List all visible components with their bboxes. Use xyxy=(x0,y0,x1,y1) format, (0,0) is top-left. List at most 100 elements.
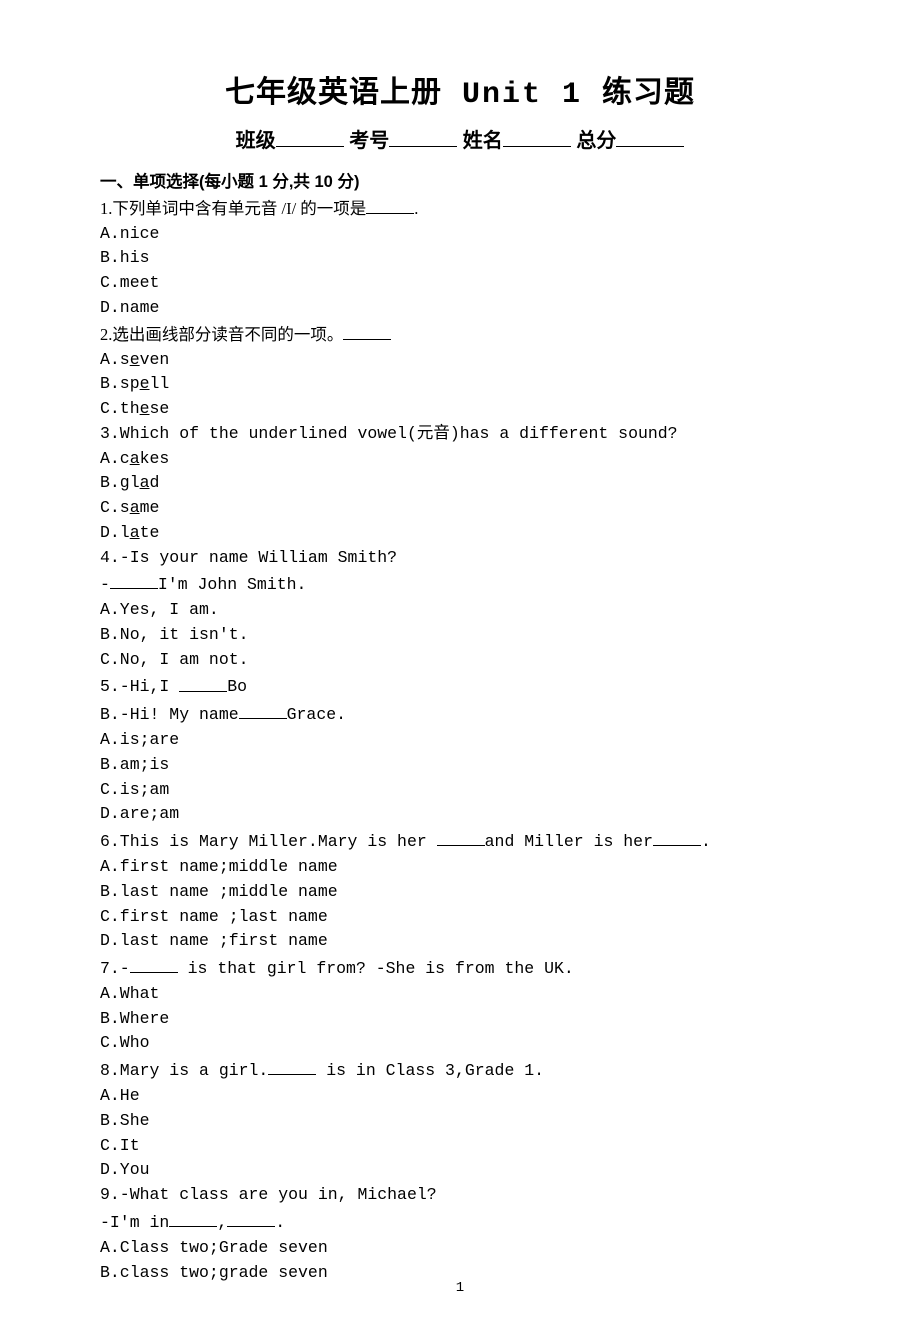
q7-option-b[interactable]: B.Where xyxy=(100,1007,820,1032)
q7-stem-pre: 7.- xyxy=(100,959,130,978)
title-cn-post: 练习题 xyxy=(602,76,695,109)
question-2: 2.选出画线部分读音不同的一项。 xyxy=(100,321,820,348)
q9-stem2-mid: , xyxy=(217,1213,227,1232)
q1-option-b[interactable]: B.his xyxy=(100,246,820,271)
label-score: 总分 xyxy=(576,130,616,152)
q2-a-pre: A.s xyxy=(100,350,130,369)
document-title: 七年级英语上册 Unit 1 练习题 xyxy=(100,70,820,118)
q4-stem2-post: I'm John Smith. xyxy=(158,575,307,594)
q5-option-b[interactable]: B.am;is xyxy=(100,753,820,778)
question-9: 9.-What class are you in, Michael? xyxy=(100,1183,820,1208)
label-name: 姓名 xyxy=(463,130,503,152)
q5-stem2-post: Grace. xyxy=(287,705,346,724)
q5-stem-post: Bo xyxy=(227,678,247,697)
question-7: 7.- is that girl from? -She is from the … xyxy=(100,954,820,982)
q3-a-post: kes xyxy=(140,449,170,468)
q2-option-c[interactable]: C.these xyxy=(100,397,820,422)
q3-a-pre: A.c xyxy=(100,449,130,468)
q8-option-b[interactable]: B.She xyxy=(100,1109,820,1134)
q7-option-a[interactable]: A.What xyxy=(100,982,820,1007)
q6-option-c[interactable]: C.first name ;last name xyxy=(100,905,820,930)
q3-b-pre: B.gl xyxy=(100,473,140,492)
q9-stem2-pre: -I'm in xyxy=(100,1213,169,1232)
q3-option-a[interactable]: A.cakes xyxy=(100,447,820,472)
q6-option-b[interactable]: B.last name ;middle name xyxy=(100,880,820,905)
q6-stem-pre: 6.This is Mary Miller.Mary is her xyxy=(100,832,437,851)
question-8: 8.Mary is a girl. is in Class 3,Grade 1. xyxy=(100,1056,820,1084)
q6-blank-1[interactable] xyxy=(437,827,485,846)
worksheet-page: 七年级英语上册 Unit 1 练习题 班级 考号 姓名 总分 一、单项选择(每小… xyxy=(0,0,920,1325)
q6-blank-2[interactable] xyxy=(653,827,701,846)
q4-option-a[interactable]: A.Yes, I am. xyxy=(100,598,820,623)
q3-b-u: a xyxy=(140,473,150,492)
q7-option-c[interactable]: C.Who xyxy=(100,1031,820,1056)
q4-blank[interactable] xyxy=(110,570,158,589)
q2-option-b[interactable]: B.spell xyxy=(100,372,820,397)
q2-c-u: e xyxy=(140,399,150,418)
q2-a-u: e xyxy=(130,350,140,369)
q5-blank-1[interactable] xyxy=(179,672,227,691)
q3-c-u: a xyxy=(130,498,140,517)
q1-option-d[interactable]: D.name xyxy=(100,296,820,321)
q1-option-c[interactable]: C.meet xyxy=(100,271,820,296)
title-latin: Unit 1 xyxy=(442,78,602,112)
q2-blank[interactable] xyxy=(343,321,391,340)
q7-blank[interactable] xyxy=(130,954,178,973)
q6-option-a[interactable]: A.first name;middle name xyxy=(100,855,820,880)
question-4: 4.-Is your name William Smith? xyxy=(100,546,820,571)
q2-b-pre: B.sp xyxy=(100,374,140,393)
q3-c-post: me xyxy=(140,498,160,517)
q2-c-post: se xyxy=(150,399,170,418)
q4-option-c[interactable]: C.No, I am not. xyxy=(100,648,820,673)
q9-stem2-post: . xyxy=(275,1213,285,1232)
q4-stem2-pre: - xyxy=(100,575,110,594)
q2-b-u: e xyxy=(140,374,150,393)
blank-name[interactable] xyxy=(503,124,571,147)
blank-score[interactable] xyxy=(616,124,684,147)
q1-stem-post: . xyxy=(414,199,418,218)
q7-stem-post: is that girl from? -She is from the UK. xyxy=(178,959,574,978)
q1-option-a[interactable]: A.nice xyxy=(100,222,820,247)
question-3: 3.Which of the underlined vowel(元音)has a… xyxy=(100,422,820,447)
q3-d-post: te xyxy=(140,523,160,542)
q2-c-pre: C.th xyxy=(100,399,140,418)
q3-d-u: a xyxy=(130,523,140,542)
q8-stem-pre: 8.Mary is a girl. xyxy=(100,1061,268,1080)
blank-class[interactable] xyxy=(276,124,344,147)
question-6: 6.This is Mary Miller.Mary is her and Mi… xyxy=(100,827,820,855)
q8-stem-post: is in Class 3,Grade 1. xyxy=(316,1061,544,1080)
q9-blank-1[interactable] xyxy=(169,1208,217,1227)
q8-option-d[interactable]: D.You xyxy=(100,1158,820,1183)
title-cn-pre: 七年级英语上册 xyxy=(225,76,442,109)
q3-b-post: d xyxy=(150,473,160,492)
q5-option-a[interactable]: A.is;are xyxy=(100,728,820,753)
q9-option-a[interactable]: A.Class two;Grade seven xyxy=(100,1236,820,1261)
question-1: 1.下列单词中含有单元音 /I/ 的一项是. xyxy=(100,195,820,222)
q4-stem2: - I'm John Smith. xyxy=(100,570,820,598)
q1-stem-pre: 1.下列单词中含有单元音 /I/ 的一项是 xyxy=(100,199,366,218)
q2-option-a[interactable]: A.seven xyxy=(100,348,820,373)
q5-blank-2[interactable] xyxy=(239,700,287,719)
q1-blank[interactable] xyxy=(366,195,414,214)
q9-blank-2[interactable] xyxy=(227,1208,275,1227)
q3-a-u: a xyxy=(130,449,140,468)
q8-blank[interactable] xyxy=(268,1056,316,1075)
q2-stem-pre: 2.选出画线部分读音不同的一项。 xyxy=(100,325,343,344)
q8-option-a[interactable]: A.He xyxy=(100,1084,820,1109)
q3-option-b[interactable]: B.glad xyxy=(100,471,820,496)
q6-stem-post: . xyxy=(701,832,711,851)
blank-num[interactable] xyxy=(389,124,457,147)
student-info-line: 班级 考号 姓名 总分 xyxy=(100,124,820,156)
q6-option-d[interactable]: D.last name ;first name xyxy=(100,929,820,954)
q6-stem-mid: and Miller is her xyxy=(485,832,653,851)
q3-option-c[interactable]: C.same xyxy=(100,496,820,521)
page-number: 1 xyxy=(0,1278,920,1299)
q4-option-b[interactable]: B.No, it isn't. xyxy=(100,623,820,648)
question-5: 5.-Hi,I Bo xyxy=(100,672,820,700)
q2-a-post: ven xyxy=(140,350,170,369)
q5-option-d[interactable]: D.are;am xyxy=(100,802,820,827)
q5-option-c[interactable]: C.is;am xyxy=(100,778,820,803)
q3-option-d[interactable]: D.late xyxy=(100,521,820,546)
q5-stem2-pre: B.-Hi! My name xyxy=(100,705,239,724)
q8-option-c[interactable]: C.It xyxy=(100,1134,820,1159)
